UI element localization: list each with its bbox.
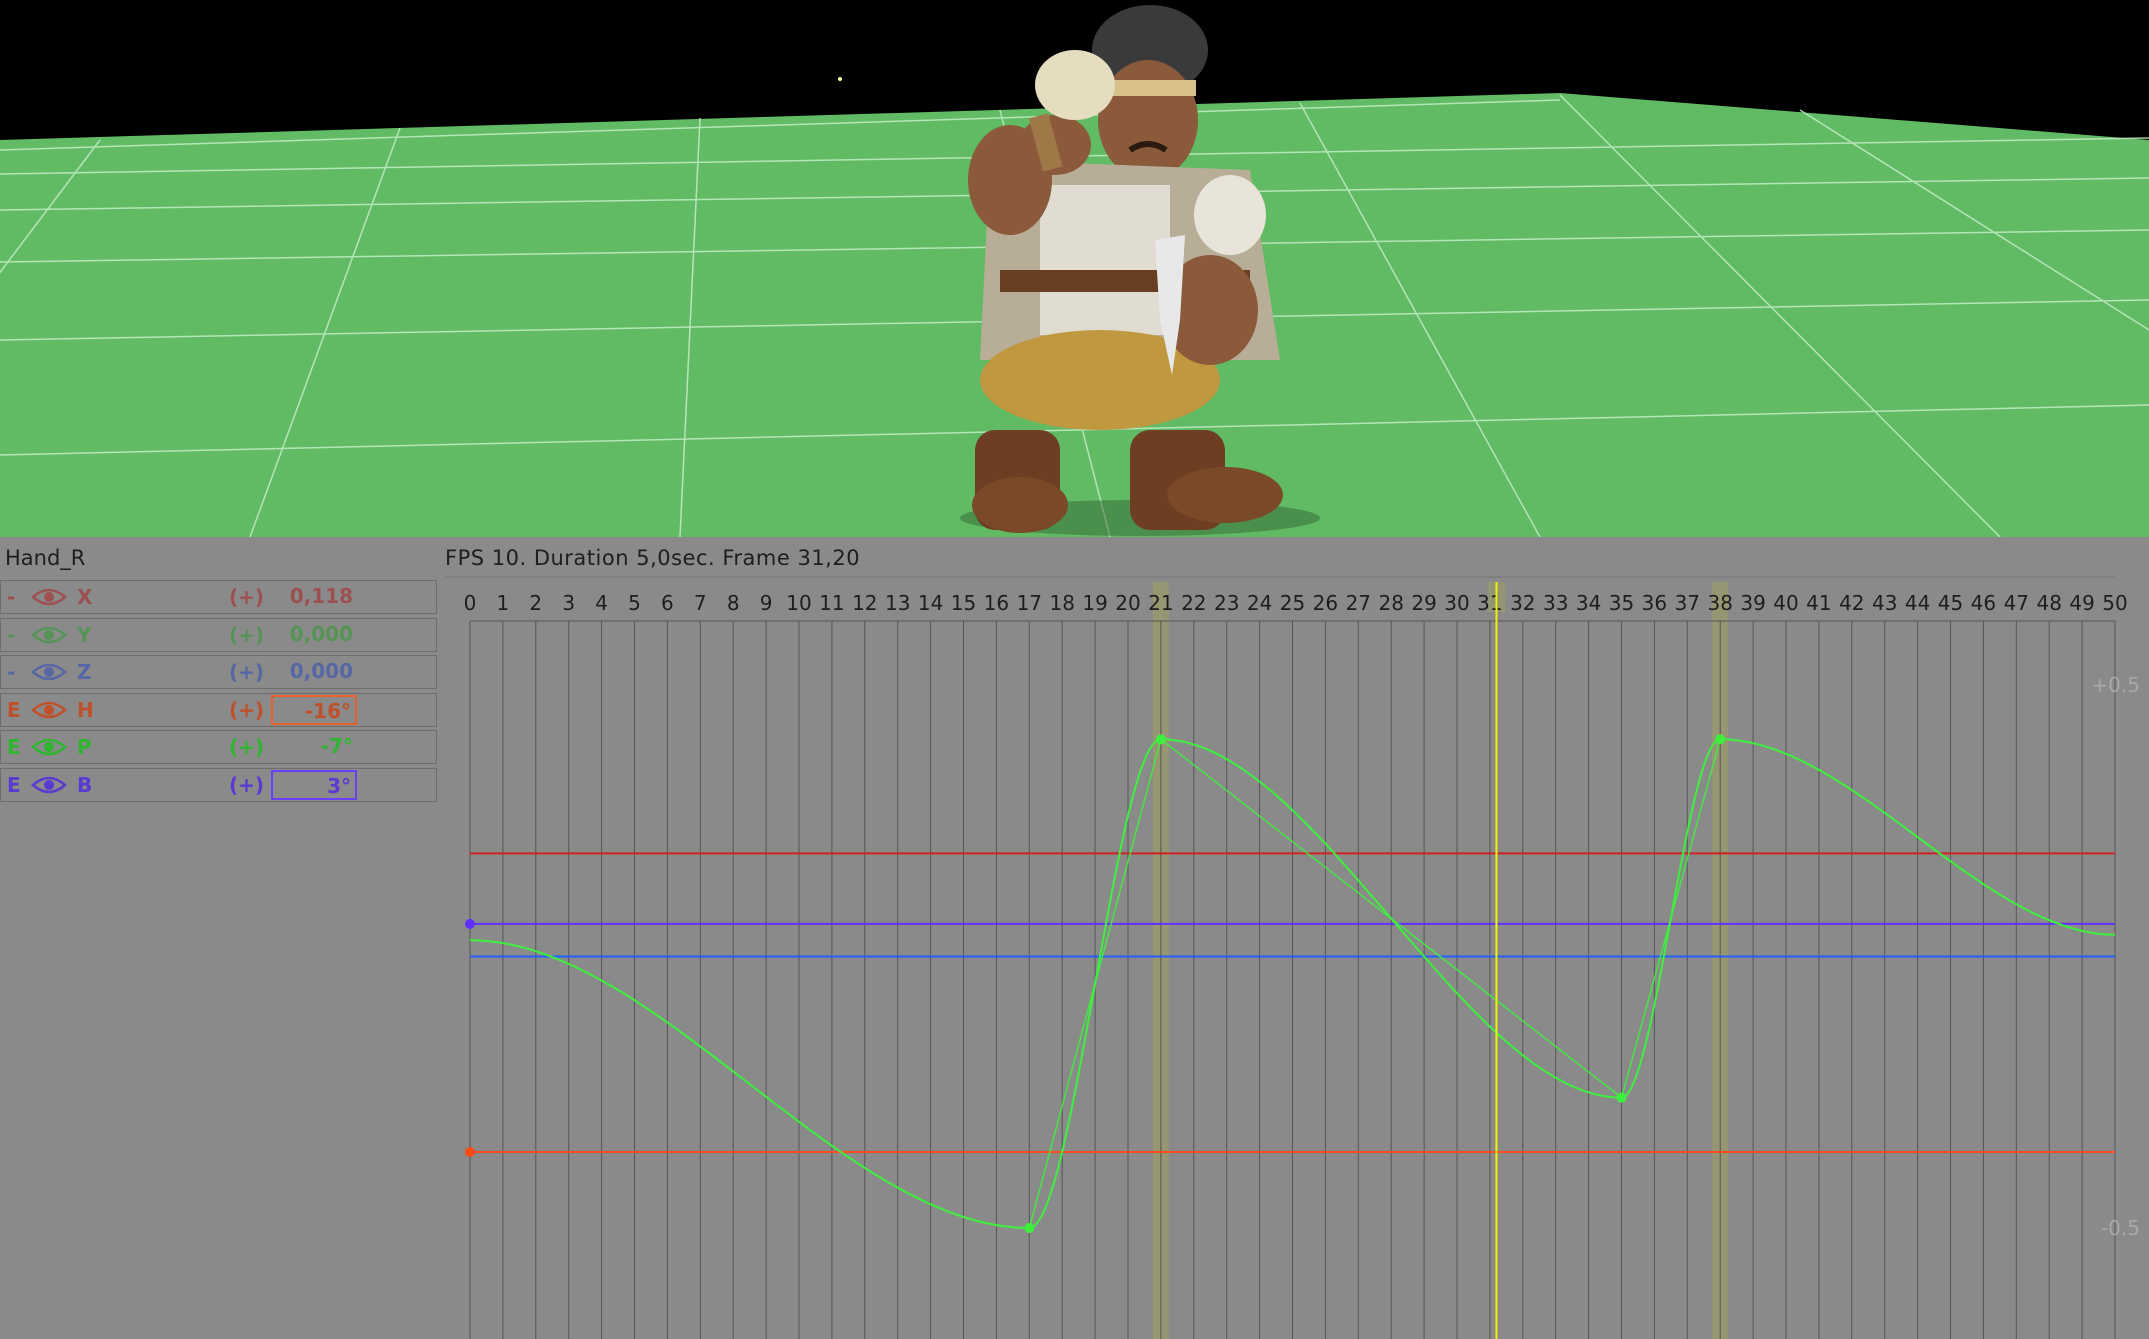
frame-number-label[interactable]: 43 [1872, 591, 1897, 615]
frame-number-label[interactable]: 3 [562, 591, 575, 615]
viewport-scene [0, 0, 2149, 537]
frame-number-label[interactable]: 36 [1642, 591, 1667, 615]
frame-number-label[interactable]: 14 [918, 591, 943, 615]
frame-number-label[interactable]: 35 [1609, 591, 1634, 615]
y-max-label: +0.5 [2091, 673, 2140, 697]
frame-number-label[interactable]: 22 [1181, 591, 1206, 615]
frame-number-label[interactable]: 5 [628, 591, 641, 615]
3d-viewport[interactable] [0, 0, 2149, 537]
frame-number-label[interactable]: 1 [497, 591, 510, 615]
frame-number-label[interactable]: 30 [1444, 591, 1469, 615]
frame-number-label[interactable]: 27 [1346, 591, 1371, 615]
frame-number-label[interactable]: 26 [1313, 591, 1338, 615]
frame-number-label[interactable]: 21 [1148, 591, 1173, 615]
curve-key-point[interactable] [1024, 1223, 1035, 1233]
frame-number-label[interactable]: 2 [529, 591, 542, 615]
frame-number-label[interactable]: 13 [885, 591, 910, 615]
frame-number-label[interactable]: 23 [1214, 591, 1239, 615]
frame-number-label[interactable]: 41 [1806, 591, 1831, 615]
curve-key-point[interactable] [1155, 734, 1166, 745]
frame-number-label[interactable]: 40 [1773, 591, 1798, 615]
star [838, 77, 842, 81]
frame-number-label[interactable]: 20 [1115, 591, 1140, 615]
frame-number-label[interactable]: 7 [694, 591, 707, 615]
timeline-graph[interactable]: 0 1 2 3 4 5 6 7 8 9 10 11 12 13 14 15 16 17 18 19 20 21 22 23 24… [0, 537, 2149, 1339]
frame-number-label[interactable]: 18 [1049, 591, 1074, 615]
frame-number-label[interactable]: 25 [1280, 591, 1305, 615]
frame-number-label[interactable]: 10 [786, 591, 811, 615]
frame-number-label[interactable]: 46 [1971, 591, 1996, 615]
frame-number-label[interactable]: 50 [2102, 591, 2127, 615]
frame-number-label[interactable]: 31 [1477, 591, 1502, 615]
curve-key-point[interactable] [1715, 734, 1726, 745]
frame-number-label[interactable]: 47 [2004, 591, 2029, 615]
animation-panel: Hand_R FPS 10. Duration 5,0sec. Frame 31… [0, 537, 2149, 1339]
frame-number-label[interactable]: 44 [1905, 591, 1930, 615]
frame-number-label[interactable]: 38 [1707, 591, 1732, 615]
frame-number-label[interactable]: 37 [1675, 591, 1700, 615]
frame-number-label[interactable]: 9 [760, 591, 773, 615]
curve-key-point[interactable] [465, 918, 475, 929]
frame-number-label[interactable]: 19 [1082, 591, 1107, 615]
frame-number-label[interactable]: 16 [984, 591, 1009, 615]
frame-number-label[interactable]: 15 [951, 591, 976, 615]
frame-number-label[interactable]: 8 [727, 591, 740, 615]
frame-number-label[interactable]: 33 [1543, 591, 1568, 615]
frame-number-label[interactable]: 49 [2069, 591, 2094, 615]
curve-key-point[interactable] [465, 1146, 475, 1157]
frame-number-label[interactable]: 0 [464, 591, 477, 615]
frame-number-label[interactable]: 28 [1378, 591, 1403, 615]
frame-number-label[interactable]: 11 [819, 591, 844, 615]
frame-number-label[interactable]: 24 [1247, 591, 1272, 615]
frame-number-label[interactable]: 4 [595, 591, 608, 615]
frame-number-label[interactable]: 39 [1740, 591, 1765, 615]
frame-number-label[interactable]: 12 [852, 591, 877, 615]
frame-number-label[interactable]: 17 [1017, 591, 1042, 615]
frame-number-label[interactable]: 32 [1510, 591, 1535, 615]
y-min-label: -0.5 [2101, 1216, 2140, 1240]
frame-number-label[interactable]: 6 [661, 591, 674, 615]
frame-number-label[interactable]: 45 [1938, 591, 1963, 615]
frame-number-label[interactable]: 48 [2036, 591, 2061, 615]
frame-number-label[interactable]: 34 [1576, 591, 1601, 615]
frame-number-label[interactable]: 29 [1411, 591, 1436, 615]
rotation-curve-linear [1028, 738, 1721, 1229]
frame-number-label[interactable]: 42 [1839, 591, 1864, 615]
curve-key-point[interactable] [1616, 1092, 1627, 1103]
